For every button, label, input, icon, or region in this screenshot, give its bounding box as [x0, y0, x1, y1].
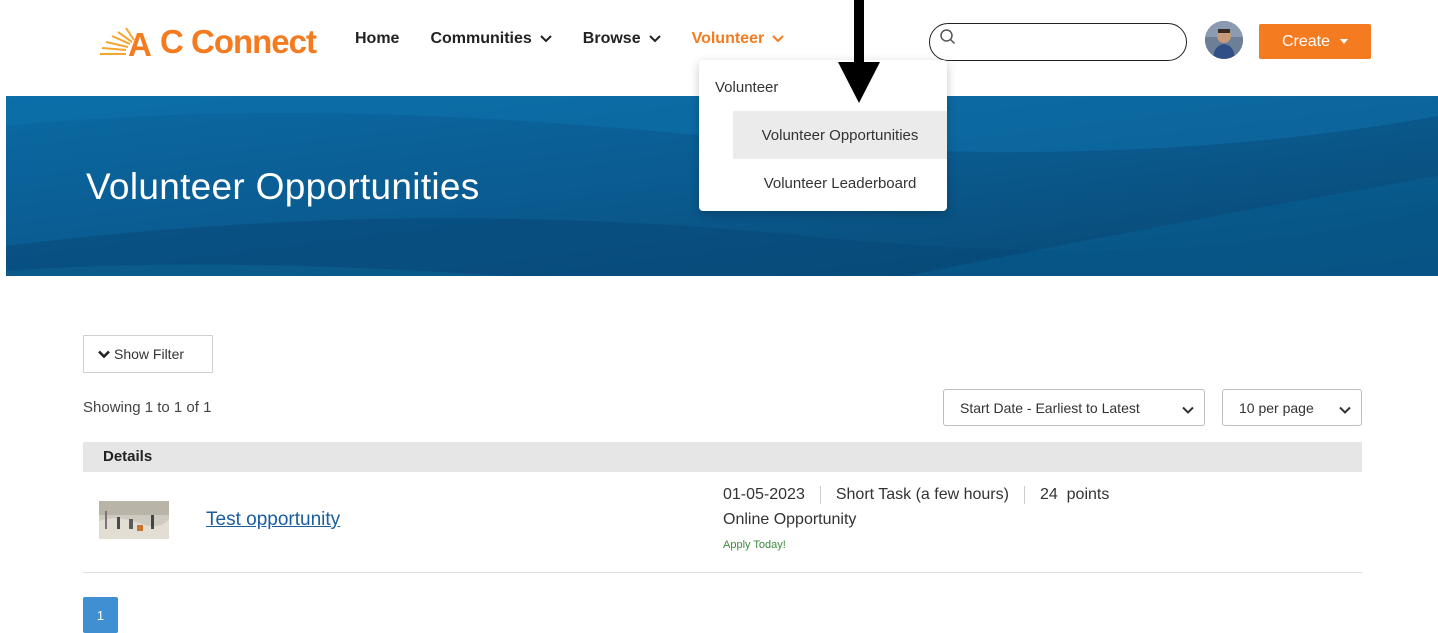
- volunteer-dropdown-menu: Volunteer Volunteer Opportunities Volunt…: [699, 60, 947, 211]
- opportunity-duration: Short Task (a few hours): [835, 486, 1009, 503]
- avatar[interactable]: [1205, 21, 1243, 59]
- caret-down-icon: [1340, 39, 1349, 44]
- chevron-down-icon: [98, 346, 110, 362]
- nav-browse-label: Browse: [582, 30, 641, 47]
- nav-communities-label: Communities: [430, 30, 532, 47]
- per-page-select[interactable]: 10 per page: [1222, 389, 1362, 426]
- menu-item-label: Volunteer Opportunities: [761, 126, 919, 144]
- thumbnail-image: [99, 501, 169, 539]
- opportunity-meta: 01-05-2023 Short Task (a few hours) 24 p…: [723, 486, 1109, 504]
- menu-item-volunteer-leaderboard[interactable]: Volunteer Leaderboard: [733, 159, 947, 207]
- search-input[interactable]: [958, 32, 1178, 54]
- create-button[interactable]: Create: [1259, 24, 1371, 59]
- menu-item-label: Volunteer Leaderboard: [763, 174, 917, 192]
- logo-text: C Connect: [160, 23, 317, 60]
- site-logo[interactable]: A C Connect: [96, 22, 317, 62]
- opportunity-date: 01-05-2023: [723, 486, 805, 503]
- page-title: Volunteer Opportunities: [86, 166, 480, 207]
- nav-home-label: Home: [355, 30, 400, 47]
- sort-select-value: Start Date - Earliest to Latest: [960, 399, 1140, 416]
- nav-home[interactable]: Home: [355, 30, 399, 48]
- pagination-page-1[interactable]: 1: [83, 597, 118, 633]
- meta-divider: [1023, 486, 1025, 504]
- opportunity-points: 24 points: [1039, 486, 1110, 503]
- chevron-down-icon: [772, 30, 784, 48]
- column-header-details: Details: [103, 448, 153, 465]
- nav-browse[interactable]: Browse: [583, 30, 661, 48]
- logo-letter: A: [128, 26, 152, 62]
- sort-select[interactable]: Start Date - Earliest to Latest: [943, 389, 1205, 426]
- apply-today-text: Apply Today!: [723, 539, 786, 551]
- table-row: Test opportunity 01-05-2023 Short Task (…: [83, 473, 1362, 573]
- nav-communities[interactable]: Communities: [430, 30, 552, 48]
- chevron-down-icon: [1182, 402, 1194, 418]
- show-filter-label: Show Filter: [114, 346, 185, 362]
- chevron-down-icon: [648, 30, 661, 48]
- show-filter-button[interactable]: Show Filter: [83, 335, 213, 373]
- search-icon: [939, 28, 957, 51]
- down-arrow-annotation-icon: [836, 0, 882, 109]
- menu-item-volunteer-opportunities[interactable]: Volunteer Opportunities: [733, 111, 947, 159]
- meta-divider: [819, 486, 821, 504]
- opportunity-type: Online Opportunity: [723, 511, 857, 528]
- table-header: Details: [83, 442, 1362, 472]
- user-photo: [1205, 21, 1243, 59]
- chevron-down-icon: [540, 30, 552, 48]
- nav-volunteer[interactable]: Volunteer: [692, 30, 785, 48]
- opportunity-title-link[interactable]: Test opportunity: [206, 509, 340, 531]
- logo-burst-icon: A: [100, 26, 152, 62]
- results-count: Showing 1 to 1 of 1: [83, 399, 212, 416]
- opportunity-thumbnail[interactable]: [99, 501, 169, 539]
- chevron-down-icon: [1339, 402, 1351, 418]
- search-box[interactable]: [929, 23, 1187, 61]
- create-button-label: Create: [1281, 32, 1331, 50]
- per-page-select-value: 10 per page: [1239, 399, 1314, 416]
- main-nav: Home Communities Browse Volunteer: [355, 30, 784, 48]
- dropdown-header: Volunteer: [715, 79, 779, 96]
- nav-volunteer-label: Volunteer: [691, 30, 765, 47]
